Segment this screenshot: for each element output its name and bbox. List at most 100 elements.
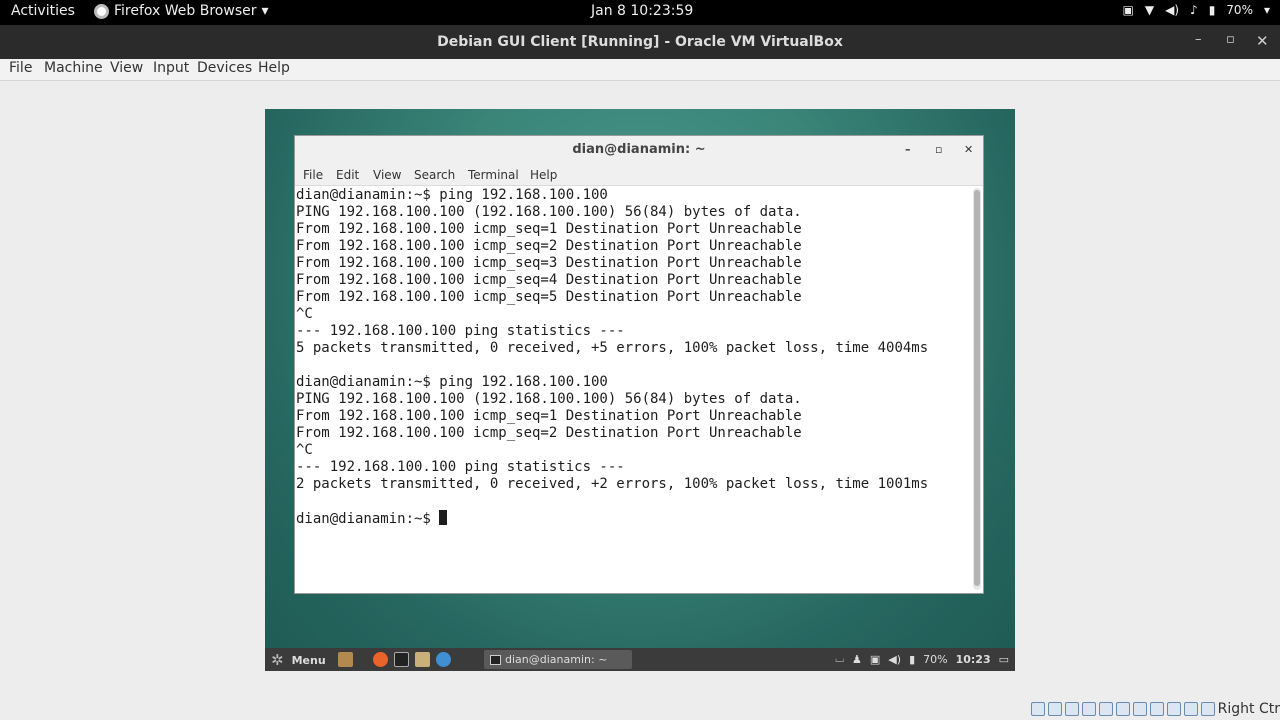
user-icon[interactable]: ♟ xyxy=(852,653,862,666)
terminal-line: From 192.168.100.100 icmp_seq=2 Destinat… xyxy=(296,425,802,441)
microphone-icon: ♪ xyxy=(1190,3,1198,17)
terminal-title: dian@dianamin: ~ xyxy=(572,142,706,157)
taskbar-item-terminal[interactable]: dian@dianamin: ~ xyxy=(484,650,632,669)
terminal-output[interactable]: dian@dianamin:~$ ping 192.168.100.100 PI… xyxy=(295,186,971,593)
terminal-menu-view[interactable]: View xyxy=(373,168,401,182)
clock[interactable]: Jan 8 10:23:59 xyxy=(591,3,693,19)
chrome-icon[interactable] xyxy=(436,652,451,667)
terminal-line: PING 192.168.100.100 (192.168.100.100) 5… xyxy=(296,204,802,220)
terminal-menubar: File Edit View Search Terminal Help xyxy=(295,164,983,186)
menu-help[interactable]: Help xyxy=(258,60,290,76)
terminal-line: dian@dianamin:~$ ping 192.168.100.100 xyxy=(296,187,608,203)
terminal-line: From 192.168.100.100 icmp_seq=2 Destinat… xyxy=(296,238,802,254)
keyboard-capture-icon[interactable] xyxy=(1200,702,1215,716)
vt-x-icon[interactable] xyxy=(1166,702,1181,716)
shared-folders-icon[interactable] xyxy=(1115,702,1130,716)
folder-icon[interactable] xyxy=(415,652,430,667)
terminal-line: dian@dianamin:~$ ping 192.168.100.100 xyxy=(296,374,608,390)
vbox-statusbar: Right Ctr xyxy=(1030,699,1280,719)
battery-percent: 70% xyxy=(1226,3,1253,17)
terminal-launcher-icon[interactable] xyxy=(394,652,409,667)
guest-tray: ⌴ ♟ ▣ ◀) ▮ 70% 10:23 ▭ xyxy=(835,652,1009,666)
terminal-line: --- 192.168.100.100 ping statistics --- xyxy=(296,459,625,475)
firefox-icon[interactable] xyxy=(373,652,388,667)
network-icon[interactable]: ▣ xyxy=(870,653,880,666)
terminal-line: --- 192.168.100.100 ping statistics --- xyxy=(296,323,625,339)
minimize-icon[interactable]: – xyxy=(1195,32,1202,47)
volume-icon: ◀) xyxy=(1165,3,1180,17)
battery-icon: ▮ xyxy=(1208,3,1216,17)
battery-icon[interactable]: ▮ xyxy=(909,653,915,666)
scrollbar-thumb[interactable] xyxy=(974,190,980,586)
menu-input[interactable]: Input xyxy=(153,60,189,76)
menu-file[interactable]: File xyxy=(9,60,32,76)
guest-menu-label: Menu xyxy=(291,653,326,667)
terminal-icon xyxy=(490,654,501,665)
terminal-menu-help[interactable]: Help xyxy=(530,168,557,182)
app-menu-label: Firefox Web Browser xyxy=(114,3,257,19)
window-title: Debian GUI Client [Running] - Oracle VM … xyxy=(437,34,843,50)
network-icon[interactable] xyxy=(1081,702,1096,716)
taskbar-item-label: dian@dianamin: ~ xyxy=(505,653,608,666)
terminal-prompt: dian@dianamin:~$ xyxy=(296,511,440,527)
terminal-line: PING 192.168.100.100 (192.168.100.100) 5… xyxy=(296,391,802,407)
terminal-line: From 192.168.100.100 icmp_seq=4 Destinat… xyxy=(296,272,802,288)
volume-icon[interactable]: ◀) xyxy=(888,653,901,666)
guest-clock[interactable]: 10:23 xyxy=(956,653,991,666)
optical-drive-icon[interactable] xyxy=(1047,702,1062,716)
hard-disk-icon[interactable] xyxy=(1030,702,1045,716)
guest-menu-button[interactable]: ✲ Menu xyxy=(271,651,326,669)
terminal-window[interactable]: dian@dianamin: ~ – ▫ ✕ File Edit View Se… xyxy=(294,135,984,594)
gear-icon: ✲ xyxy=(271,651,284,669)
maximize-icon[interactable]: ▫ xyxy=(935,136,942,164)
wifi-icon: ▼ xyxy=(1144,3,1155,17)
terminal-line: 2 packets transmitted, 0 received, +2 er… xyxy=(296,476,929,492)
terminal-menu-search[interactable]: Search xyxy=(414,168,455,182)
terminal-line: ^C xyxy=(296,442,313,458)
video-capture-icon[interactable] xyxy=(1149,702,1164,716)
keyboard-icon[interactable]: ⌴ xyxy=(835,652,844,666)
terminal-menu-edit[interactable]: Edit xyxy=(336,168,359,182)
firefox-icon xyxy=(94,3,109,19)
camera-icon: ▣ xyxy=(1122,3,1134,17)
host-key-label: Right Ctr xyxy=(1217,701,1280,717)
mouse-integration-icon[interactable] xyxy=(1183,702,1198,716)
guest-panel: ✲ Menu dian@dianamin: ~ ⌴ ♟ ▣ ◀) ▮ 70% 1… xyxy=(265,648,1015,671)
terminal-line: ^C xyxy=(296,306,313,322)
terminal-menu-file[interactable]: File xyxy=(303,168,323,182)
display-icon[interactable] xyxy=(1132,702,1147,716)
menu-devices[interactable]: Devices xyxy=(197,60,252,76)
terminal-line: From 192.168.100.100 icmp_seq=5 Destinat… xyxy=(296,289,802,305)
chevron-down-icon: ▾ xyxy=(261,3,269,19)
guest-battery-percent: 70% xyxy=(923,652,948,666)
host-top-bar: Activities Firefox Web Browser ▾ Jan 8 1… xyxy=(0,0,1280,25)
minimize-icon[interactable]: – xyxy=(905,136,911,164)
vbox-titlebar: Debian GUI Client [Running] - Oracle VM … xyxy=(0,25,1280,59)
terminal-prompt-line[interactable]: dian@dianamin:~$ xyxy=(296,510,971,527)
audio-icon[interactable] xyxy=(1064,702,1079,716)
terminal-line: 5 packets transmitted, 0 received, +5 er… xyxy=(296,340,929,356)
terminal-scrollbar[interactable] xyxy=(973,188,981,590)
terminal-titlebar[interactable]: dian@dianamin: ~ – ▫ ✕ xyxy=(295,136,983,164)
close-icon[interactable]: ✕ xyxy=(1256,32,1269,50)
camera-app-icon[interactable] xyxy=(338,652,353,667)
terminal-menu-terminal[interactable]: Terminal xyxy=(468,168,519,182)
menu-view[interactable]: View xyxy=(110,60,143,76)
app-menu[interactable]: Firefox Web Browser ▾ xyxy=(94,3,269,19)
chevron-down-icon: ▾ xyxy=(1263,3,1270,17)
system-menu[interactable]: ▣ ▼ ◀) ♪ ▮ 70% ▾ xyxy=(1123,3,1270,17)
close-icon[interactable]: ✕ xyxy=(964,136,973,164)
vbox-menubar: File Machine View Input Devices Help xyxy=(0,59,1280,81)
terminal-line: From 192.168.100.100 icmp_seq=1 Destinat… xyxy=(296,221,802,237)
terminal-line: From 192.168.100.100 icmp_seq=3 Destinat… xyxy=(296,255,802,271)
show-desktop-icon[interactable]: ▭ xyxy=(999,653,1009,666)
terminal-cursor xyxy=(439,510,448,525)
maximize-icon[interactable]: ▫ xyxy=(1226,32,1235,47)
menu-machine[interactable]: Machine xyxy=(44,60,103,76)
usb-icon[interactable] xyxy=(1098,702,1113,716)
activities-button[interactable]: Activities xyxy=(11,3,75,19)
guest-screen[interactable]: dian@dianamin: ~ – ▫ ✕ File Edit View Se… xyxy=(265,109,1015,671)
terminal-line: From 192.168.100.100 icmp_seq=1 Destinat… xyxy=(296,408,802,424)
